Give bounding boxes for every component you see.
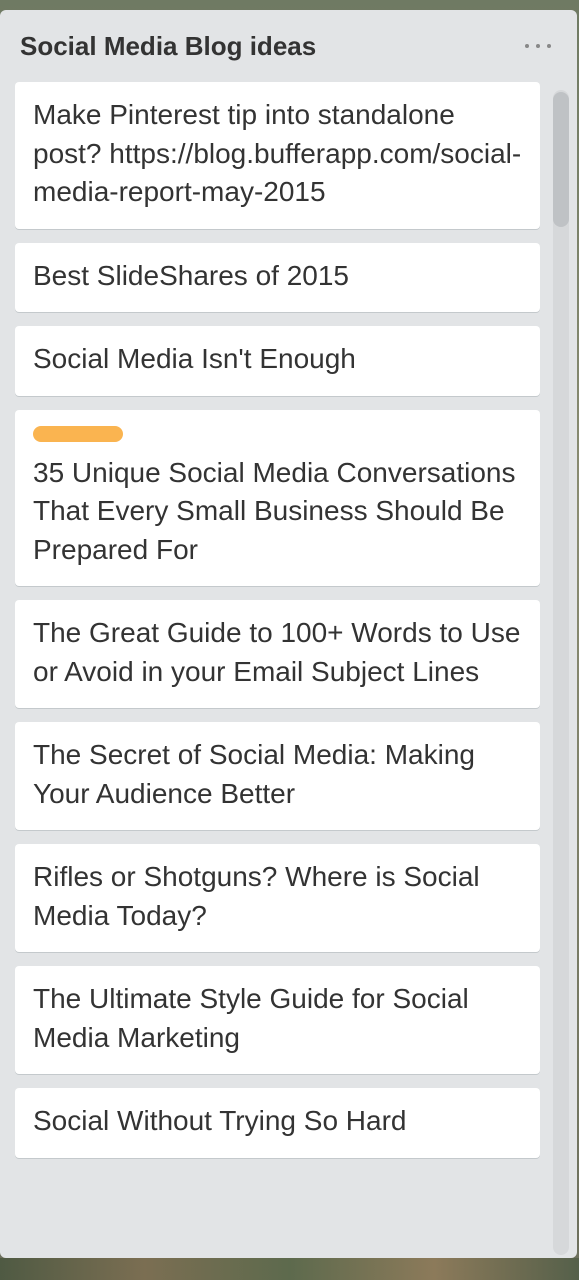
card-title: The Secret of Social Media: Making Your … <box>33 739 475 809</box>
menu-dot <box>525 44 529 48</box>
menu-dot <box>536 44 540 48</box>
card[interactable]: Best SlideShares of 2015 <box>15 242 540 312</box>
card-title: The Ultimate Style Guide for Social Medi… <box>33 983 469 1053</box>
card-title: The Great Guide to 100+ Words to Use or … <box>33 617 521 687</box>
list-column: Social Media Blog ideas Make Pinterest t… <box>0 10 577 1258</box>
card-title: Best SlideShares of 2015 <box>33 259 349 291</box>
card[interactable]: The Great Guide to 100+ Words to Use or … <box>15 600 540 708</box>
card[interactable]: 35 Unique Social Media Conversations Tha… <box>15 409 540 586</box>
list-header: Social Media Blog ideas <box>20 28 517 68</box>
scrollbar-thumb[interactable] <box>553 92 569 227</box>
card[interactable]: Rifles or Shotguns? Where is Social Medi… <box>15 844 540 952</box>
list-title[interactable]: Social Media Blog ideas <box>20 28 517 64</box>
card-title: Make Pinterest tip into standalone post?… <box>33 99 522 207</box>
card[interactable]: The Ultimate Style Guide for Social Medi… <box>15 966 540 1074</box>
card-title: 35 Unique Social Media Conversations Tha… <box>33 456 516 565</box>
ellipsis-icon[interactable] <box>525 36 551 56</box>
card-title: Social Without Trying So Hard <box>33 1105 407 1136</box>
card-title: Social Media Isn't Enough <box>33 343 356 374</box>
scrollbar-track[interactable] <box>553 90 569 1255</box>
card[interactable]: Make Pinterest tip into standalone post?… <box>15 82 540 229</box>
card-title: Rifles or Shotguns? Where is Social Medi… <box>33 861 480 931</box>
menu-dot <box>547 44 551 48</box>
card-list: Make Pinterest tip into standalone post?… <box>15 82 540 1172</box>
card-label-orange <box>33 425 123 442</box>
card[interactable]: The Secret of Social Media: Making Your … <box>15 722 540 830</box>
card[interactable]: Social Media Isn't Enough <box>15 326 540 396</box>
card[interactable]: Social Without Trying So Hard <box>15 1088 540 1158</box>
board-background <box>0 1258 579 1280</box>
